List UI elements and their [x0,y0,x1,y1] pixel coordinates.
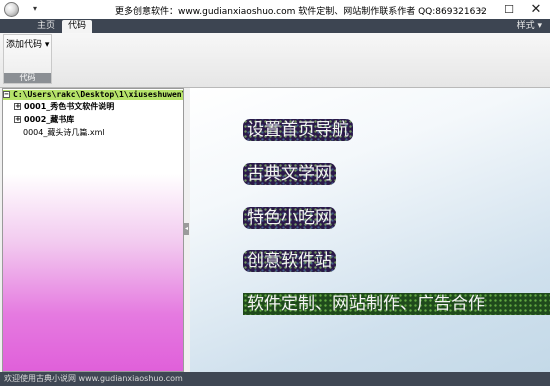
minimize-button[interactable]: – [467,0,495,19]
close-button[interactable]: ✕ [522,0,550,19]
link-set-homepage[interactable]: 设置首页导航 [243,119,353,141]
status-text: 欢迎使用古典小说网 www.gudianxiaoshuo.com [4,374,183,383]
tree-item-file[interactable]: 0004_藏头诗几篇.xml [23,128,105,138]
collapse-arrow-icon[interactable]: ◂ [184,223,189,235]
tree-item-label: 0002_藏书库 [24,115,75,124]
app-orb-icon[interactable] [4,2,19,17]
tree-item-folder[interactable]: +0001_秀色书文软件说明 [14,102,114,112]
tab-home[interactable]: 主页 [33,20,59,33]
maximize-button[interactable]: ☐ [495,0,523,19]
tree-item-folder[interactable]: +0002_藏书库 [14,115,74,125]
tree-item-label: 0001_秀色书文软件说明 [24,102,115,111]
expand-icon[interactable]: + [14,116,21,123]
file-tree-panel: − C:\Users\rakc\Desktop\1\xiuseshuwen\ +0… [2,88,184,372]
style-menu[interactable]: 样式 ▾ [517,20,542,33]
expand-icon[interactable]: + [14,103,21,110]
link-local-snacks[interactable]: 特色小吃网 [243,207,336,229]
window-title: 更多创意软件：www.gudianxiaoshuo.com 软件定制、网站制作联… [115,7,487,17]
link-classic-literature[interactable]: 古典文学网 [243,163,336,185]
ribbon-group-label: 代码 [4,73,51,83]
ribbon-group-code: 添加代码 ▾ 代码 [3,34,52,84]
link-creative-software[interactable]: 创意软件站 [243,250,336,272]
add-code-button[interactable]: 添加代码 ▾ [6,37,49,50]
collapse-icon[interactable]: − [3,91,10,98]
title-bar: ▾ 更多创意软件：www.gudianxiaoshuo.com 软件定制、网站制… [0,0,550,19]
ribbon-panel: 添加代码 ▾ 代码 [0,33,550,88]
tree-root-label: C:\Users\rakc\Desktop\1\xiuseshuwen\ [13,90,184,99]
content-area: 设置首页导航 古典文学网 特色小吃网 创意软件站 软件定制、网站制作、广告合作 [190,88,550,372]
status-bar: 欢迎使用古典小说网 www.gudianxiaoshuo.com [0,372,550,386]
tree-root-path[interactable]: − C:\Users\rakc\Desktop\1\xiuseshuwen\ [3,90,184,100]
link-custom-services[interactable]: 软件定制、网站制作、广告合作 [243,293,550,315]
ribbon-tab-bar: 主页 代码 样式 ▾ [0,19,550,33]
tab-code[interactable]: 代码 [62,20,92,33]
quick-access-dropdown-icon[interactable]: ▾ [33,4,37,13]
tree-item-label: 0004_藏头诗几篇.xml [23,128,105,137]
